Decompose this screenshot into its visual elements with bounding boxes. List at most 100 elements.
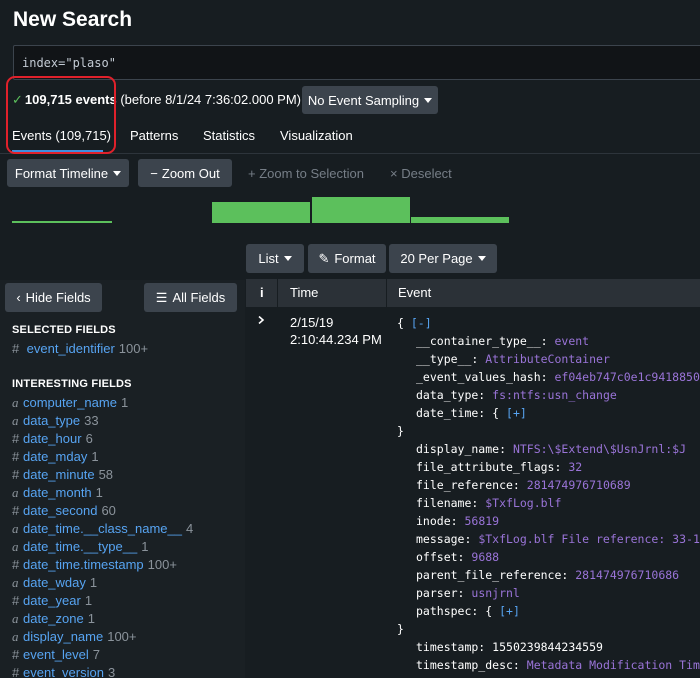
- list-view-dropdown[interactable]: List: [246, 244, 304, 273]
- event-key[interactable]: __type__:: [416, 352, 485, 366]
- expand-toggle[interactable]: [+]: [506, 406, 527, 420]
- field-count: 1: [95, 485, 103, 500]
- event-value[interactable]: ef04eb747c0e1c9418850639ba: [554, 370, 700, 384]
- event-value[interactable]: Metadata Modification Time: [527, 658, 700, 672]
- chevron-right-icon[interactable]: [257, 316, 265, 324]
- zoom-to-selection-button[interactable]: + Zoom to Selection: [248, 166, 364, 181]
- format-button[interactable]: ✎ Format: [308, 244, 386, 273]
- field-name[interactable]: date_minute: [23, 467, 95, 482]
- timeline-bar[interactable]: [411, 217, 509, 223]
- all-fields-button[interactable]: ☰ All Fields: [144, 283, 237, 312]
- event-key[interactable]: parent_file_reference:: [416, 568, 575, 582]
- event-sampling-dropdown[interactable]: No Event Sampling: [302, 86, 438, 114]
- event-value[interactable]: 1550239844234559: [492, 640, 603, 654]
- caret-down-icon: [283, 256, 292, 261]
- field-name[interactable]: date_time.__type__: [23, 539, 137, 554]
- time-column-header[interactable]: Time: [290, 285, 318, 300]
- caret-down-icon: [113, 170, 122, 176]
- event-value[interactable]: fs:ntfs:usn_change: [492, 388, 617, 402]
- field-name[interactable]: data_type: [23, 413, 80, 428]
- field-name[interactable]: date_year: [23, 593, 81, 608]
- field-item[interactable]: # event_level 7: [12, 647, 100, 662]
- event-key[interactable]: }: [397, 622, 404, 636]
- event-value[interactable]: $TxfLog.blf File reference: 33-1 Pare: [478, 532, 700, 546]
- event-key[interactable]: file_attribute_flags:: [416, 460, 568, 474]
- event-key[interactable]: filename:: [416, 496, 485, 510]
- field-item[interactable]: # date_time.timestamp 100+: [12, 557, 177, 572]
- field-item[interactable]: # date_second 60: [12, 503, 116, 518]
- event-value[interactable]: 281474976710689: [527, 478, 631, 492]
- hide-fields-button[interactable]: ‹ Hide Fields: [5, 283, 102, 312]
- event-key[interactable]: timestamp_desc:: [416, 658, 527, 672]
- field-item[interactable]: a date_month 1: [12, 485, 103, 501]
- expand-toggle[interactable]: [+]: [499, 604, 520, 618]
- field-name[interactable]: date_zone: [23, 611, 84, 626]
- field-item[interactable]: a date_time.__class_name__ 4: [12, 521, 193, 537]
- event-key[interactable]: timestamp:: [416, 640, 492, 654]
- field-name[interactable]: date_month: [23, 485, 92, 500]
- field-name[interactable]: date_time.timestamp: [23, 557, 144, 572]
- field-item[interactable]: # date_year 1: [12, 593, 92, 608]
- per-page-dropdown[interactable]: 20 Per Page: [389, 244, 497, 273]
- event-value[interactable]: NTFS:\$Extend\$UsnJrnl:$J: [513, 442, 686, 456]
- event-value[interactable]: 32: [568, 460, 582, 474]
- field-count: 3: [107, 665, 116, 678]
- tab-visualization[interactable]: Visualization: [280, 128, 353, 143]
- event-line: __type__: AttributeContainer: [397, 350, 700, 368]
- timeline-bar[interactable]: [312, 197, 410, 223]
- event-key[interactable]: file_reference:: [416, 478, 527, 492]
- field-item[interactable]: # date_minute 58: [12, 467, 113, 482]
- field-name[interactable]: date_second: [23, 503, 97, 518]
- field-item[interactable]: # date_mday 1: [12, 449, 99, 464]
- event-value[interactable]: 56819: [464, 514, 499, 528]
- tab-statistics[interactable]: Statistics: [203, 128, 255, 143]
- event-key[interactable]: {: [397, 316, 411, 330]
- timeline-bar[interactable]: [212, 202, 310, 223]
- event-key[interactable]: display_name:: [416, 442, 513, 456]
- event-value[interactable]: $TxfLog.blf: [485, 496, 561, 510]
- event-key[interactable]: _event_values_hash:: [416, 370, 554, 384]
- event-value[interactable]: 9688: [471, 550, 499, 564]
- field-item[interactable]: a date_wday 1: [12, 575, 97, 591]
- event-key[interactable]: __container_type__:: [416, 334, 554, 348]
- event-value[interactable]: 281474976710686: [575, 568, 679, 582]
- event-key[interactable]: inode:: [416, 514, 464, 528]
- field-item[interactable]: # date_hour 6: [12, 431, 93, 446]
- field-name[interactable]: event_level: [23, 647, 89, 662]
- field-name[interactable]: computer_name: [23, 395, 117, 410]
- field-name[interactable]: date_hour: [23, 431, 82, 446]
- field-type-icon: #: [12, 647, 20, 662]
- field-item[interactable]: # event_version 3: [12, 665, 115, 678]
- field-item[interactable]: a date_time.__type__ 1: [12, 539, 148, 555]
- event-key[interactable]: date_time: {: [416, 406, 506, 420]
- field-item[interactable]: a display_name 100+: [12, 629, 137, 645]
- field-name[interactable]: display_name: [23, 629, 103, 644]
- tab-patterns[interactable]: Patterns: [130, 128, 178, 143]
- event-key[interactable]: pathspec: {: [416, 604, 499, 618]
- event-value[interactable]: event: [554, 334, 589, 348]
- field-item[interactable]: a computer_name 1: [12, 395, 128, 411]
- event-line: _event_values_hash: ef04eb747c0e1c941885…: [397, 368, 700, 386]
- field-item[interactable]: a date_zone 1: [12, 611, 95, 627]
- field-item[interactable]: a data_type 33: [12, 413, 99, 429]
- field-count: 1: [87, 611, 95, 626]
- field-type-icon: #: [12, 503, 20, 518]
- event-key[interactable]: parser:: [416, 586, 471, 600]
- event-key[interactable]: message:: [416, 532, 478, 546]
- event-key[interactable]: offset:: [416, 550, 471, 564]
- event-key[interactable]: data_type:: [416, 388, 492, 402]
- field-item[interactable]: # event_identifier 100+: [12, 341, 148, 356]
- deselect-button[interactable]: × Deselect: [390, 166, 452, 181]
- search-input[interactable]: index="plaso": [13, 45, 700, 80]
- field-name[interactable]: date_mday: [23, 449, 87, 464]
- expand-toggle[interactable]: [-]: [411, 316, 432, 330]
- format-timeline-button[interactable]: Format Timeline: [7, 159, 129, 187]
- field-name[interactable]: date_wday: [23, 575, 86, 590]
- field-name[interactable]: date_time.__class_name__: [23, 521, 182, 536]
- event-value[interactable]: usnjrnl: [471, 586, 519, 600]
- zoom-out-button[interactable]: − Zoom Out: [138, 159, 232, 187]
- event-value[interactable]: AttributeContainer: [485, 352, 610, 366]
- field-name[interactable]: event_identifier: [27, 341, 115, 356]
- field-name[interactable]: event_version: [23, 665, 104, 678]
- event-key[interactable]: }: [397, 424, 404, 438]
